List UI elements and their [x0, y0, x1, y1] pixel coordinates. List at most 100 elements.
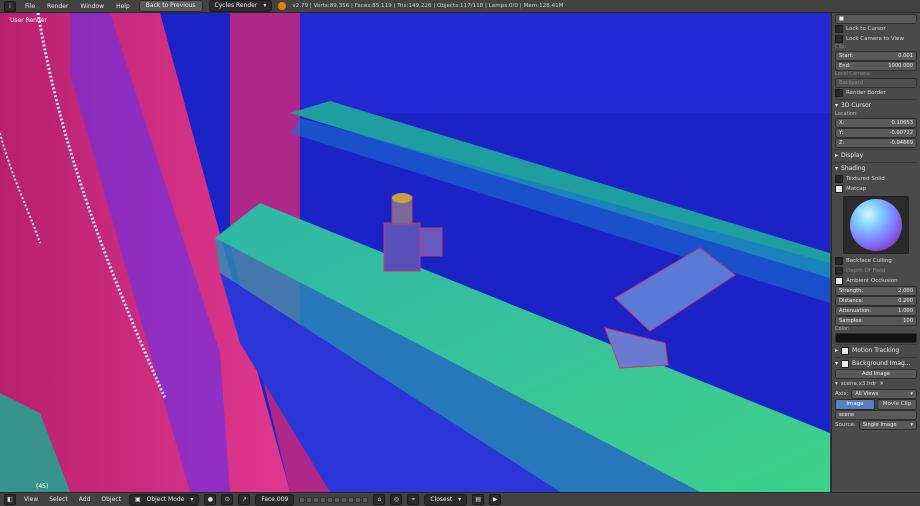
matcap-sphere [850, 199, 902, 251]
cursor-x-field[interactable]: X: 0.10653 [835, 118, 917, 128]
opengl-render-icon[interactable]: ▶ [489, 494, 502, 505]
menu-view[interactable]: View [21, 496, 41, 503]
info-editor-icon[interactable]: i [4, 0, 16, 12]
shading-panel-header[interactable]: ▾ Shading [835, 162, 917, 174]
background-images-header[interactable]: ▾ Background Imag... [835, 357, 917, 369]
back-to-previous-button[interactable]: Back to Previous [138, 0, 203, 12]
axis-value: All Views [855, 391, 879, 397]
render-border-label: Render Border [846, 90, 886, 96]
cursor-z-field[interactable]: Z: -0.04669 [835, 138, 917, 148]
location-label: Location: [835, 111, 858, 117]
add-image-label: Add Image [862, 371, 890, 377]
cursor-y-label: Y: [839, 130, 844, 136]
add-image-button[interactable]: Add Image [835, 369, 917, 379]
cursor-y-field[interactable]: Y: -0.00722 [835, 128, 917, 138]
scene-stats: v2.79 | Verts:89,356 | Faces:85,119 | Tr… [292, 3, 564, 9]
matcap-preview[interactable] [843, 196, 909, 254]
snap-icon[interactable]: ⌖ [407, 494, 420, 505]
depth-of-field-label: Depth Of Field [846, 268, 886, 274]
shading-header-label: Shading [841, 165, 866, 172]
display-header-label: Display [841, 152, 864, 159]
chevron-down-icon: ▾ [263, 2, 267, 9]
triangle-right-icon: ▸ [835, 152, 839, 159]
display-panel-header[interactable]: ▸ Display [835, 149, 917, 161]
layer-buttons[interactable] [299, 496, 369, 503]
chevron-down-icon: ▾ [910, 422, 913, 428]
image-datablock-field[interactable]: scene [835, 410, 917, 420]
background-images-label: Background Imag... [852, 360, 911, 367]
cursor-y-value: -0.00722 [889, 130, 913, 136]
ao-attenuation-field[interactable]: Attenuation: 1.000 [835, 306, 917, 316]
render-engine-label: Cycles Render [214, 2, 258, 9]
cursor-x-value: 0.10653 [891, 120, 913, 126]
3d-viewport[interactable]: User Render (45) [0, 13, 830, 492]
render-border-checkbox[interactable] [835, 89, 843, 97]
manipulator-icon[interactable]: ↗ [238, 494, 251, 505]
cursor-header-label: 3D Cursor [841, 102, 872, 109]
shading-mode-icon[interactable]: ● [204, 494, 217, 505]
menu-help[interactable]: Help [113, 3, 133, 10]
ao-distance-label: Distance: [839, 298, 864, 304]
frame-number: (45) [36, 483, 49, 490]
menu-file[interactable]: File [22, 3, 38, 10]
mode-dropdown[interactable]: ▣ Object Mode ▾ [128, 493, 200, 506]
tab-image[interactable]: Image [835, 399, 875, 410]
lock-icon[interactable]: ⌂ [373, 494, 386, 505]
ao-samples-value: 100 [903, 318, 913, 324]
image-name-label: scene.x3.hdr [840, 381, 877, 387]
menu-object[interactable]: Object [98, 496, 124, 503]
motion-tracking-checkbox[interactable] [841, 346, 850, 355]
menu-window[interactable]: Window [77, 3, 107, 10]
lock-camera-label: Lock Camera to View [846, 36, 904, 42]
render-engine-dropdown[interactable]: Cycles Render ▾ [208, 0, 273, 12]
clip-end-field[interactable]: End: 1000.000 [835, 61, 917, 71]
source-dropdown[interactable]: Single Image ▾ [858, 420, 917, 430]
axis-dropdown[interactable]: All Views ▾ [851, 389, 917, 399]
textured-solid-checkbox[interactable] [835, 175, 843, 183]
depth-of-field-checkbox[interactable] [835, 267, 843, 275]
clip-start-value: 0.001 [898, 53, 913, 59]
upper-wall [300, 13, 830, 113]
ao-color-swatch[interactable] [835, 333, 917, 343]
ao-distance-field[interactable]: Distance: 0.200 [835, 296, 917, 306]
cursor-panel-header[interactable]: ▾ 3D Cursor [835, 99, 917, 111]
lock-camera-row[interactable]: Lock Camera to View [835, 34, 917, 44]
snap-target-dropdown[interactable]: Closest ▾ [424, 493, 468, 506]
lock-camera-checkbox[interactable] [835, 35, 843, 43]
ambient-occlusion-checkbox[interactable] [835, 277, 843, 285]
viewport-header: ◧ View Select Add Object ▣ Object Mode ▾… [0, 492, 920, 506]
menu-select[interactable]: Select [46, 496, 71, 503]
matcap-checkbox[interactable] [835, 185, 843, 193]
ao-distance-value: 0.200 [898, 298, 913, 304]
tab-movie-clip[interactable]: Movie Clip [877, 399, 917, 410]
lock-cursor-row[interactable]: Lock to Cursor [835, 24, 917, 34]
ao-strength-field[interactable]: Strength: 2.000 [835, 286, 917, 296]
source-label: Source: [835, 422, 856, 428]
object-icon: ■ [839, 16, 844, 22]
motion-tracking-label: Motion Tracking [852, 347, 900, 354]
ao-samples-label: Samples: [839, 318, 863, 324]
local-camera-field[interactable]: Backyard [835, 78, 917, 88]
image-datablock-value: scene [839, 412, 855, 418]
blender-logo-icon [278, 2, 287, 10]
lock-object-row[interactable]: ■ [835, 14, 917, 24]
lock-cursor-label: Lock to Cursor [846, 26, 886, 32]
ao-samples-field[interactable]: Samples: 100 [835, 316, 917, 326]
lock-cursor-checkbox[interactable] [835, 25, 843, 33]
close-icon[interactable]: ✕ [879, 381, 884, 387]
backface-culling-checkbox[interactable] [835, 257, 843, 265]
clip-start-field[interactable]: Start: 0.001 [835, 51, 917, 61]
editor-type-icon[interactable]: ◧ [4, 494, 16, 505]
motion-tracking-header[interactable]: ▸ Motion Tracking [835, 344, 917, 356]
menu-render[interactable]: Render [44, 3, 71, 10]
transform-orientation-dropdown[interactable]: Face.009 [255, 493, 295, 506]
lock-object-field[interactable]: ■ [835, 14, 917, 24]
render-preview-icon[interactable]: ▤ [472, 494, 485, 505]
menu-add[interactable]: Add [76, 496, 94, 503]
background-images-checkbox[interactable] [841, 359, 850, 368]
top-header: i File Render Window Help Back to Previo… [0, 0, 920, 13]
ambient-occlusion-label: Ambient Occlusion [846, 278, 898, 284]
source-value: Single Image [862, 422, 897, 428]
pivot-point-icon[interactable]: ⊙ [221, 494, 234, 505]
proportional-edit-icon[interactable]: ◎ [390, 494, 403, 505]
